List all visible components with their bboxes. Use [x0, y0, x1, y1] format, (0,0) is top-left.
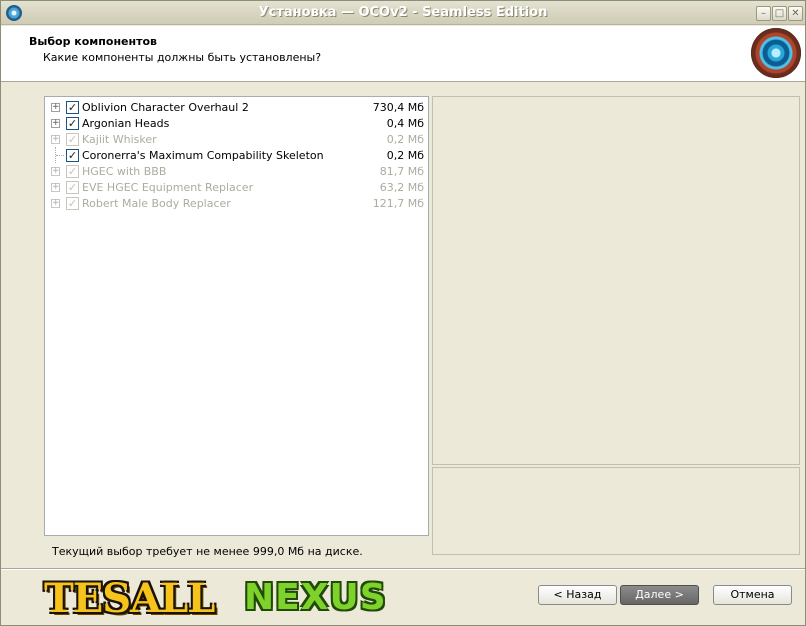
component-checkbox: ✓	[66, 197, 79, 210]
maximize-button[interactable]: □	[772, 6, 787, 21]
component-checkbox[interactable]: ✓	[66, 117, 79, 130]
component-row[interactable]: + ✓ Argonian Heads 0,4 Мб	[45, 115, 428, 131]
component-size: 63,2 Мб	[379, 181, 424, 194]
title-bar[interactable]: Установка — OCOv2 - Seamless Edition – □…	[1, 1, 805, 25]
component-size: 730,4 Мб	[372, 101, 424, 114]
component-name: Coronerra's Maximum Compability Skeleton	[82, 149, 324, 162]
back-button[interactable]: < Назад	[538, 585, 617, 605]
cancel-button[interactable]: Отмена	[713, 585, 792, 605]
tree-connector	[55, 147, 65, 163]
component-checkbox[interactable]: ✓	[66, 101, 79, 114]
page-subtitle: Какие компоненты должны быть установлены…	[43, 51, 322, 64]
component-size: 121,7 Мб	[372, 197, 424, 210]
minimize-button[interactable]: –	[756, 6, 771, 21]
component-checkbox: ✓	[66, 133, 79, 146]
component-row: + ✓ Robert Male Body Replacer 121,7 Мб	[45, 195, 428, 211]
components-tree[interactable]: + ✓ Oblivion Character Overhaul 2 730,4 …	[44, 96, 429, 536]
component-row: + ✓ Kajiit Whisker 0,2 Мб	[45, 131, 428, 147]
component-checkbox[interactable]: ✓	[66, 149, 79, 162]
component-checkbox: ✓	[66, 165, 79, 178]
page-title: Выбор компонентов	[29, 35, 157, 48]
component-name: Robert Male Body Replacer	[82, 197, 231, 210]
component-size: 0,2 Мб	[386, 149, 424, 162]
component-name: Kajiit Whisker	[82, 133, 157, 146]
component-size: 0,2 Мб	[386, 133, 424, 146]
disk-space-label: Текущий выбор требует не менее 999,0 Мб …	[52, 545, 363, 558]
expand-icon[interactable]: +	[51, 119, 60, 128]
component-row: + ✓ HGEC with BBB 81,7 Мб	[45, 163, 428, 179]
component-name: Oblivion Character Overhaul 2	[82, 101, 249, 114]
close-button[interactable]: ✕	[788, 6, 803, 21]
component-description-panel	[432, 467, 800, 555]
wizard-header: Выбор компонентов Какие компоненты должн…	[1, 26, 805, 82]
installer-window: Установка — OCOv2 - Seamless Edition – □…	[0, 0, 806, 626]
component-size: 0,4 Мб	[386, 117, 424, 130]
expand-icon[interactable]: +	[51, 167, 60, 176]
component-name: EVE HGEC Equipment Replacer	[82, 181, 254, 194]
component-name: Argonian Heads	[82, 117, 170, 130]
next-button[interactable]: Далее >	[620, 585, 699, 605]
component-row[interactable]: + ✓ Oblivion Character Overhaul 2 730,4 …	[45, 99, 428, 115]
component-size: 81,7 Мб	[379, 165, 424, 178]
component-row: + ✓ EVE HGEC Equipment Replacer 63,2 Мб	[45, 179, 428, 195]
component-checkbox: ✓	[66, 181, 79, 194]
expand-icon[interactable]: +	[51, 135, 60, 144]
nexus-logo: NEXUS	[244, 577, 387, 618]
window-title: Установка — OCOv2 - Seamless Edition	[258, 5, 548, 20]
expand-icon[interactable]: +	[51, 103, 60, 112]
component-info-panel	[432, 96, 800, 465]
tesall-logo: TESALL	[44, 575, 215, 622]
divider	[1, 569, 805, 570]
expand-icon[interactable]: +	[51, 183, 60, 192]
component-row[interactable]: ✓ Coronerra's Maximum Compability Skelet…	[45, 147, 428, 163]
component-name: HGEC with BBB	[82, 165, 167, 178]
expand-icon[interactable]: +	[51, 199, 60, 208]
wizard-logo-icon	[751, 28, 801, 78]
